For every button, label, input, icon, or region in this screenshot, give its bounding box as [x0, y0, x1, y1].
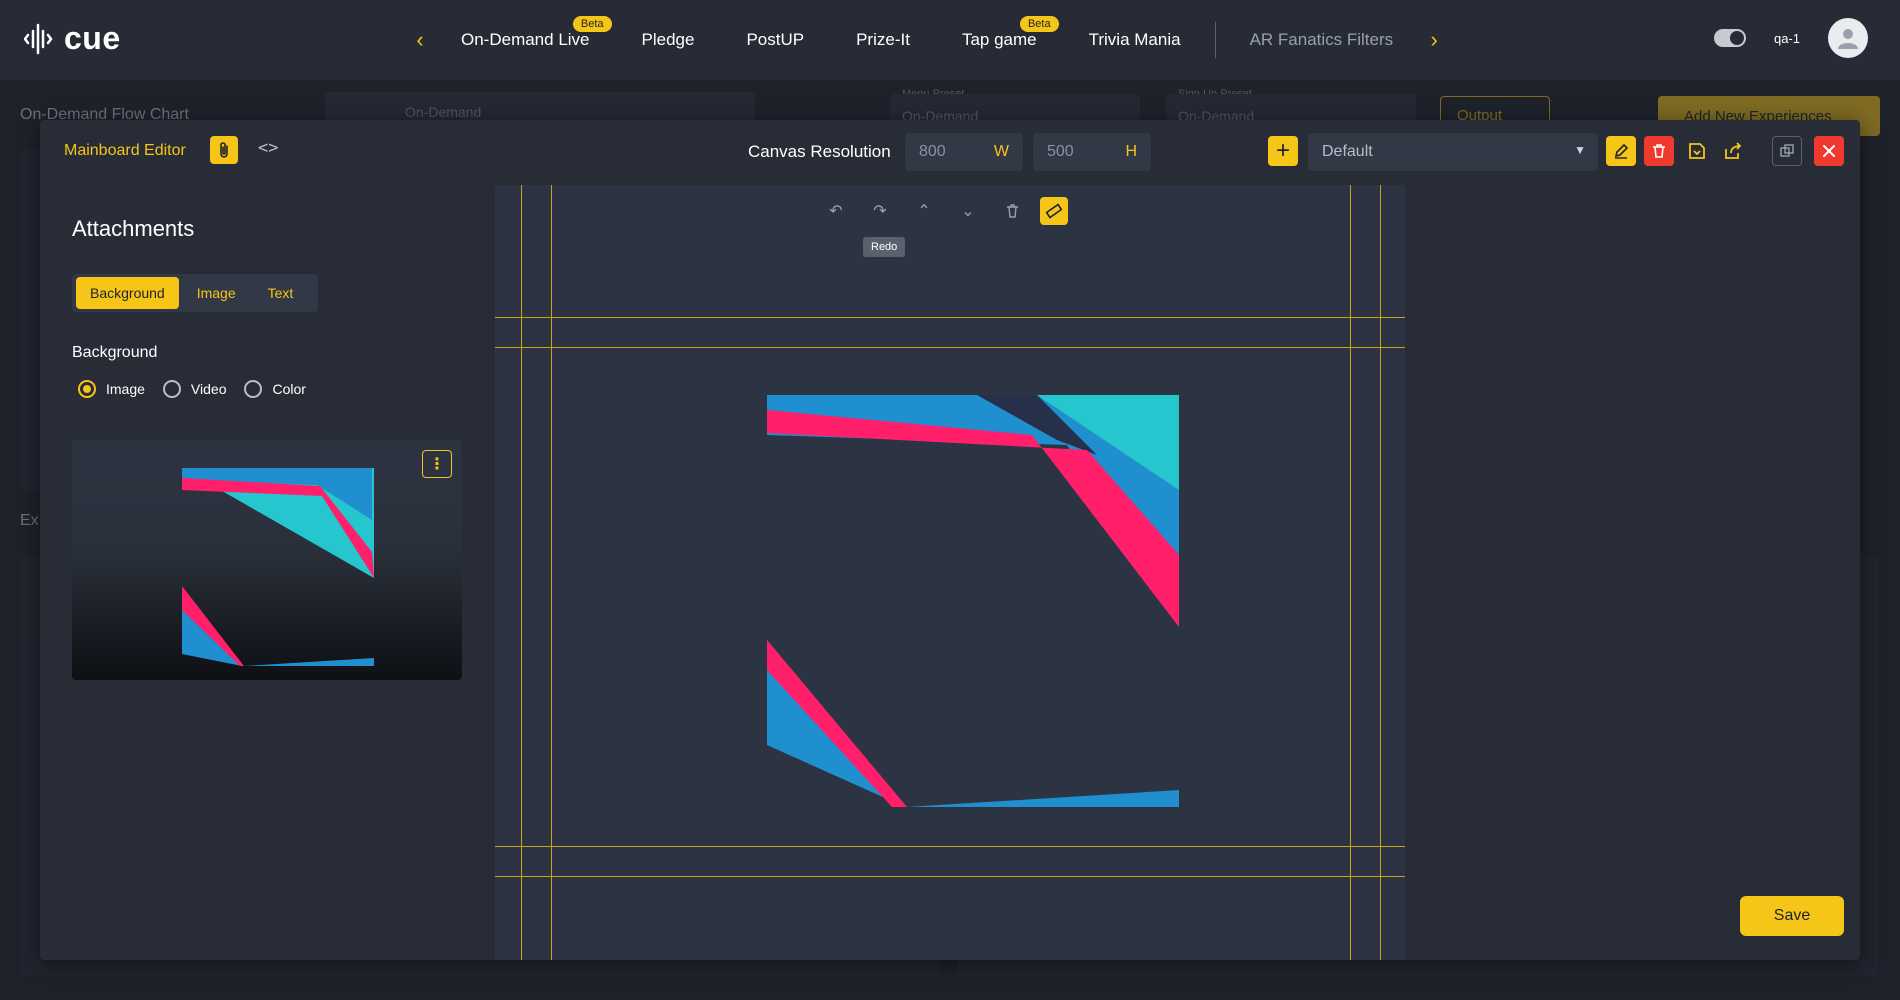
experience-nav: ‹ On-Demand Live Beta Pledge PostUP Priz…: [405, 0, 1449, 80]
canvas-resolution-label: Canvas Resolution: [748, 142, 891, 161]
delete-layer-icon[interactable]: [996, 197, 1028, 225]
theme-toggle[interactable]: [1713, 29, 1746, 47]
import-icon: [1689, 143, 1705, 159]
nav-item-label: Trivia Mania: [1088, 30, 1181, 49]
plus-icon: +: [1275, 137, 1290, 164]
nav-item-pledge[interactable]: Pledge: [642, 30, 695, 50]
avatar[interactable]: [1828, 18, 1868, 58]
tab-text[interactable]: Text: [254, 277, 308, 309]
close-modal-button[interactable]: [1814, 136, 1844, 166]
nav-item-label: AR Fanatics Filters: [1249, 30, 1394, 49]
close-icon: [1823, 145, 1835, 157]
radio-video[interactable]: Video: [162, 380, 227, 398]
editor-canvas[interactable]: ↶ ↷ ⌃ ⌄ Redo: [495, 185, 1405, 960]
guide-line: [1350, 185, 1351, 960]
nav-next-chevron-icon[interactable]: ›: [1419, 27, 1449, 53]
radio-image[interactable]: Image: [78, 380, 145, 398]
nav-divider: [1214, 22, 1216, 58]
copy-icon: [1780, 144, 1794, 157]
canvas-toolbar: ↶ ↷ ⌃ ⌄: [820, 197, 1068, 225]
experiences-section-title: Ex: [20, 512, 39, 529]
guide-line: [551, 185, 552, 960]
radio-label: Color: [272, 381, 306, 397]
radio-label: Video: [190, 381, 227, 397]
user-name: qa-1: [1773, 30, 1800, 46]
guide-line: [495, 317, 1405, 318]
tab-image[interactable]: Image: [183, 277, 250, 309]
preset-select[interactable]: Default ▼: [1308, 133, 1598, 171]
nav-item-tap-game[interactable]: Tap game Beta: [961, 16, 1059, 50]
nav-item-label: PostUP: [746, 30, 805, 49]
nav-item-postup[interactable]: PostUP: [746, 30, 804, 50]
canvas-height-value: 500: [1047, 143, 1074, 160]
save-label: Save: [1773, 907, 1811, 924]
pencil-icon: [1614, 143, 1629, 159]
nav-item-trivia-mania[interactable]: Trivia Mania: [1089, 30, 1181, 50]
radio-color[interactable]: Color: [244, 380, 306, 398]
delete-preset-button[interactable]: [1644, 136, 1674, 166]
nav-item-label: Pledge: [641, 30, 695, 49]
guide-line: [1380, 185, 1381, 960]
preset-select-value: Default: [1322, 143, 1373, 160]
nav-item-ar-fanatics-filters[interactable]: AR Fanatics Filters: [1250, 30, 1394, 50]
guide-line: [495, 846, 1405, 847]
nav-item-label: Prize-It: [856, 30, 910, 49]
share-icon: [1725, 142, 1742, 159]
nav-prev-chevron-icon[interactable]: ‹: [405, 27, 435, 53]
edit-preset-button[interactable]: [1606, 136, 1636, 166]
guide-line: [495, 876, 1405, 877]
caret-down-icon: ▼: [1574, 143, 1586, 157]
move-up-icon[interactable]: ⌃: [908, 197, 940, 225]
beta-badge: Beta: [572, 16, 612, 32]
move-down-icon[interactable]: ⌄: [952, 197, 984, 225]
background-artwork-preview: [182, 468, 374, 666]
radio-selected-indicator: [78, 380, 96, 398]
share-button[interactable]: [1718, 136, 1748, 166]
cue-logo[interactable]: cue: [24, 20, 121, 57]
canvas-width-value: 800: [919, 143, 946, 160]
trash-icon: [1653, 144, 1665, 158]
import-button[interactable]: [1682, 136, 1712, 166]
modal-title: Mainboard Editor: [64, 142, 186, 159]
guide-line: [521, 185, 522, 960]
background-type-radios: Image Video Color: [78, 380, 310, 398]
guide-line: [495, 347, 1405, 348]
background-heading: Background: [72, 344, 158, 361]
attachments-title: Attachments: [72, 216, 195, 241]
thumbnail-more-icon[interactable]: ⋮: [422, 450, 452, 478]
radio-label: Image: [106, 381, 145, 397]
width-unit-label: W: [993, 143, 1009, 160]
background-artwork: [767, 395, 1179, 807]
nav-item-prize-it[interactable]: Prize-It: [856, 30, 910, 50]
background-image-thumbnail[interactable]: ⋮: [72, 440, 462, 680]
canvas-width-input[interactable]: 800 W: [905, 133, 1023, 171]
top-navbar: cue ‹ On-Demand Live Beta Pledge PostUP …: [0, 0, 1900, 80]
beta-badge: Beta: [1019, 16, 1059, 32]
radio-indicator: [162, 380, 181, 398]
add-preset-button[interactable]: +: [1268, 136, 1298, 166]
radio-indicator: [244, 380, 263, 398]
header-right-tools: qa-1: [1713, 18, 1868, 58]
height-unit-label: H: [1125, 143, 1137, 160]
canvas-height-input[interactable]: 500 H: [1033, 133, 1151, 171]
attachments-toggle-button[interactable]: [210, 136, 238, 164]
code-view-icon[interactable]: <>: [258, 138, 278, 158]
nav-item-on-demand-live[interactable]: On-Demand Live Beta: [461, 16, 612, 50]
user-icon: [1838, 29, 1858, 49]
save-button[interactable]: Save: [1740, 896, 1844, 936]
duplicate-button[interactable]: [1772, 136, 1802, 166]
tab-background[interactable]: Background: [76, 277, 179, 309]
ruler-icon[interactable]: [1040, 197, 1068, 225]
nav-item-label: Tap game: [961, 30, 1037, 49]
mainboard-editor-modal: Mainboard Editor <> Canvas Resolution 80…: [40, 120, 1860, 960]
paperclip-icon: [220, 142, 228, 158]
attachment-type-tabs: Background Image Text: [72, 274, 318, 312]
nav-item-label: On-Demand Live: [461, 30, 590, 49]
flow-select[interactable]: On-Demand: [405, 104, 481, 120]
redo-icon[interactable]: ↷: [864, 197, 896, 225]
logo-text: cue: [64, 20, 121, 56]
undo-icon[interactable]: ↶: [820, 197, 852, 225]
redo-tooltip: Redo: [863, 237, 906, 257]
waveform-logo-icon: [24, 23, 53, 54]
